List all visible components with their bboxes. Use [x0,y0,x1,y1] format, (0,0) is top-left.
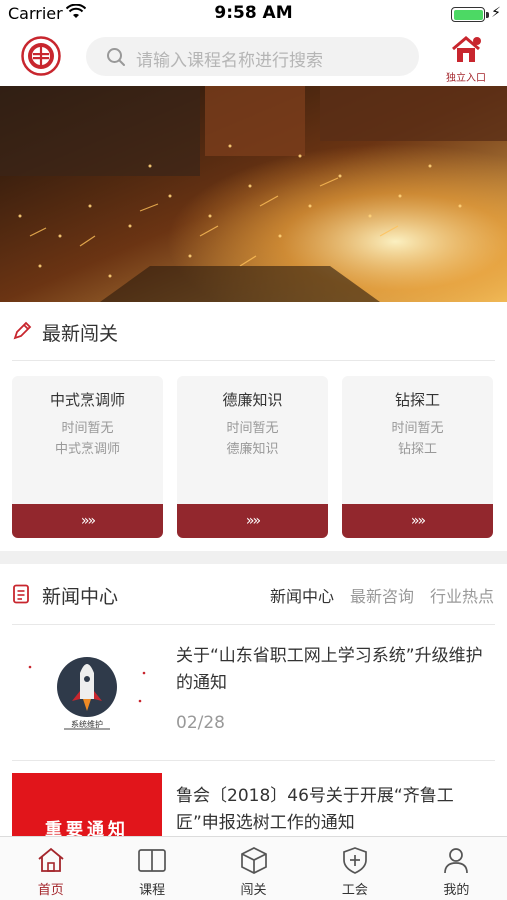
divider [12,760,495,761]
challenge-card[interactable]: 德廉知识 时间暂无 德廉知识 »» [177,376,328,538]
card-title: 中式烹调师 [49,391,125,409]
card-time: 时间暂无 [61,421,114,436]
card-enter-button[interactable]: »» [177,504,328,538]
user-icon [441,848,471,878]
tab-latest-consult[interactable]: 最新咨询 [350,583,414,607]
bottom-tab-bar: 首页 课程 闯关 工会 我的 [0,836,507,900]
battery-tip [486,12,489,18]
tab-label: 我的 [443,883,470,898]
union-logo[interactable] [21,36,61,76]
news-headline: 鲁会〔2018〕46号关于开展“齐鲁工匠”申报选树工作的通知 [176,786,454,833]
tab-mine[interactable]: 我的 [406,837,507,900]
search-placeholder: 请输入课程名称进行搜索 [136,51,323,71]
charging-icon: ⚡ [491,5,501,21]
news-thumbnail: 系统维护 [12,643,162,739]
tab-label: 闯关 [240,883,267,898]
card-subtitle: 德廉知识 [226,442,279,457]
home-icon [36,847,66,878]
card-enter-button[interactable]: »» [342,504,493,538]
news-section-title: 新闻中心 [42,586,119,608]
status-bar: Carrier 9:58 AM ⚡ [0,0,507,28]
card-title: 德廉知识 [222,391,283,409]
news-headline: 关于“山东省职工网上学习系统”升级维护的通知 [176,646,483,693]
tab-label: 工会 [341,883,368,898]
tab-course[interactable]: 课程 [101,837,202,900]
header: 请输入课程名称进行搜索 独立入口 [0,28,507,86]
tab-union[interactable]: 工会 [304,837,405,900]
battery-icon [451,7,485,22]
section-gap [0,551,507,564]
card-time: 时间暂无 [226,421,279,436]
card-subtitle: 中式烹调师 [54,442,120,457]
tab-label: 首页 [37,883,64,898]
challenge-card[interactable]: 钻探工 时间暂无 钻探工 »» [342,376,493,538]
card-enter-button[interactable]: »» [12,504,163,538]
shield-icon [340,847,370,878]
thumb-caption: 系统维护 [71,720,103,729]
card-time: 时间暂无 [391,421,444,436]
news-thumbnail: 重要通知 [12,773,162,836]
status-time: 9:58 AM [214,3,293,23]
tab-news-center[interactable]: 新闻中心 [270,583,334,607]
book-icon [137,849,167,878]
entry-label: 独立入口 [446,73,486,84]
news-item[interactable]: 重要通知 鲁会〔2018〕46号关于开展“齐鲁工匠”申报选树工作的通知 [12,773,495,836]
thumb-caption: 重要通知 [45,820,129,836]
divider [12,624,495,625]
banner-image[interactable] [0,86,507,302]
document-icon [12,584,30,608]
challenge-card[interactable]: 中式烹调师 时间暂无 中式烹调师 »» [12,376,163,538]
divider [12,360,495,361]
cube-icon [239,847,269,878]
search-icon [106,47,126,71]
house-icon [449,36,483,68]
latest-section-header: 最新闯关 [0,302,507,360]
tab-label: 课程 [139,883,166,898]
news-tabs: 新闻中心 最新咨询 行业热点 [270,583,494,607]
pencil-icon [12,321,32,345]
tab-home[interactable]: 首页 [0,837,101,900]
tab-challenge[interactable]: 闯关 [203,837,304,900]
search-input[interactable]: 请输入课程名称进行搜索 [86,37,419,76]
news-item[interactable]: 系统维护 关于“山东省职工网上学习系统”升级维护的通知 02/28 [12,643,495,753]
card-subtitle: 钻探工 [397,442,437,457]
latest-section-title: 最新闯关 [42,323,119,345]
news-date: 02/28 [176,713,225,733]
card-title: 钻探工 [394,391,440,409]
tab-industry-hot[interactable]: 行业热点 [430,583,494,607]
independent-entry-button[interactable]: 独立入口 [440,34,492,84]
